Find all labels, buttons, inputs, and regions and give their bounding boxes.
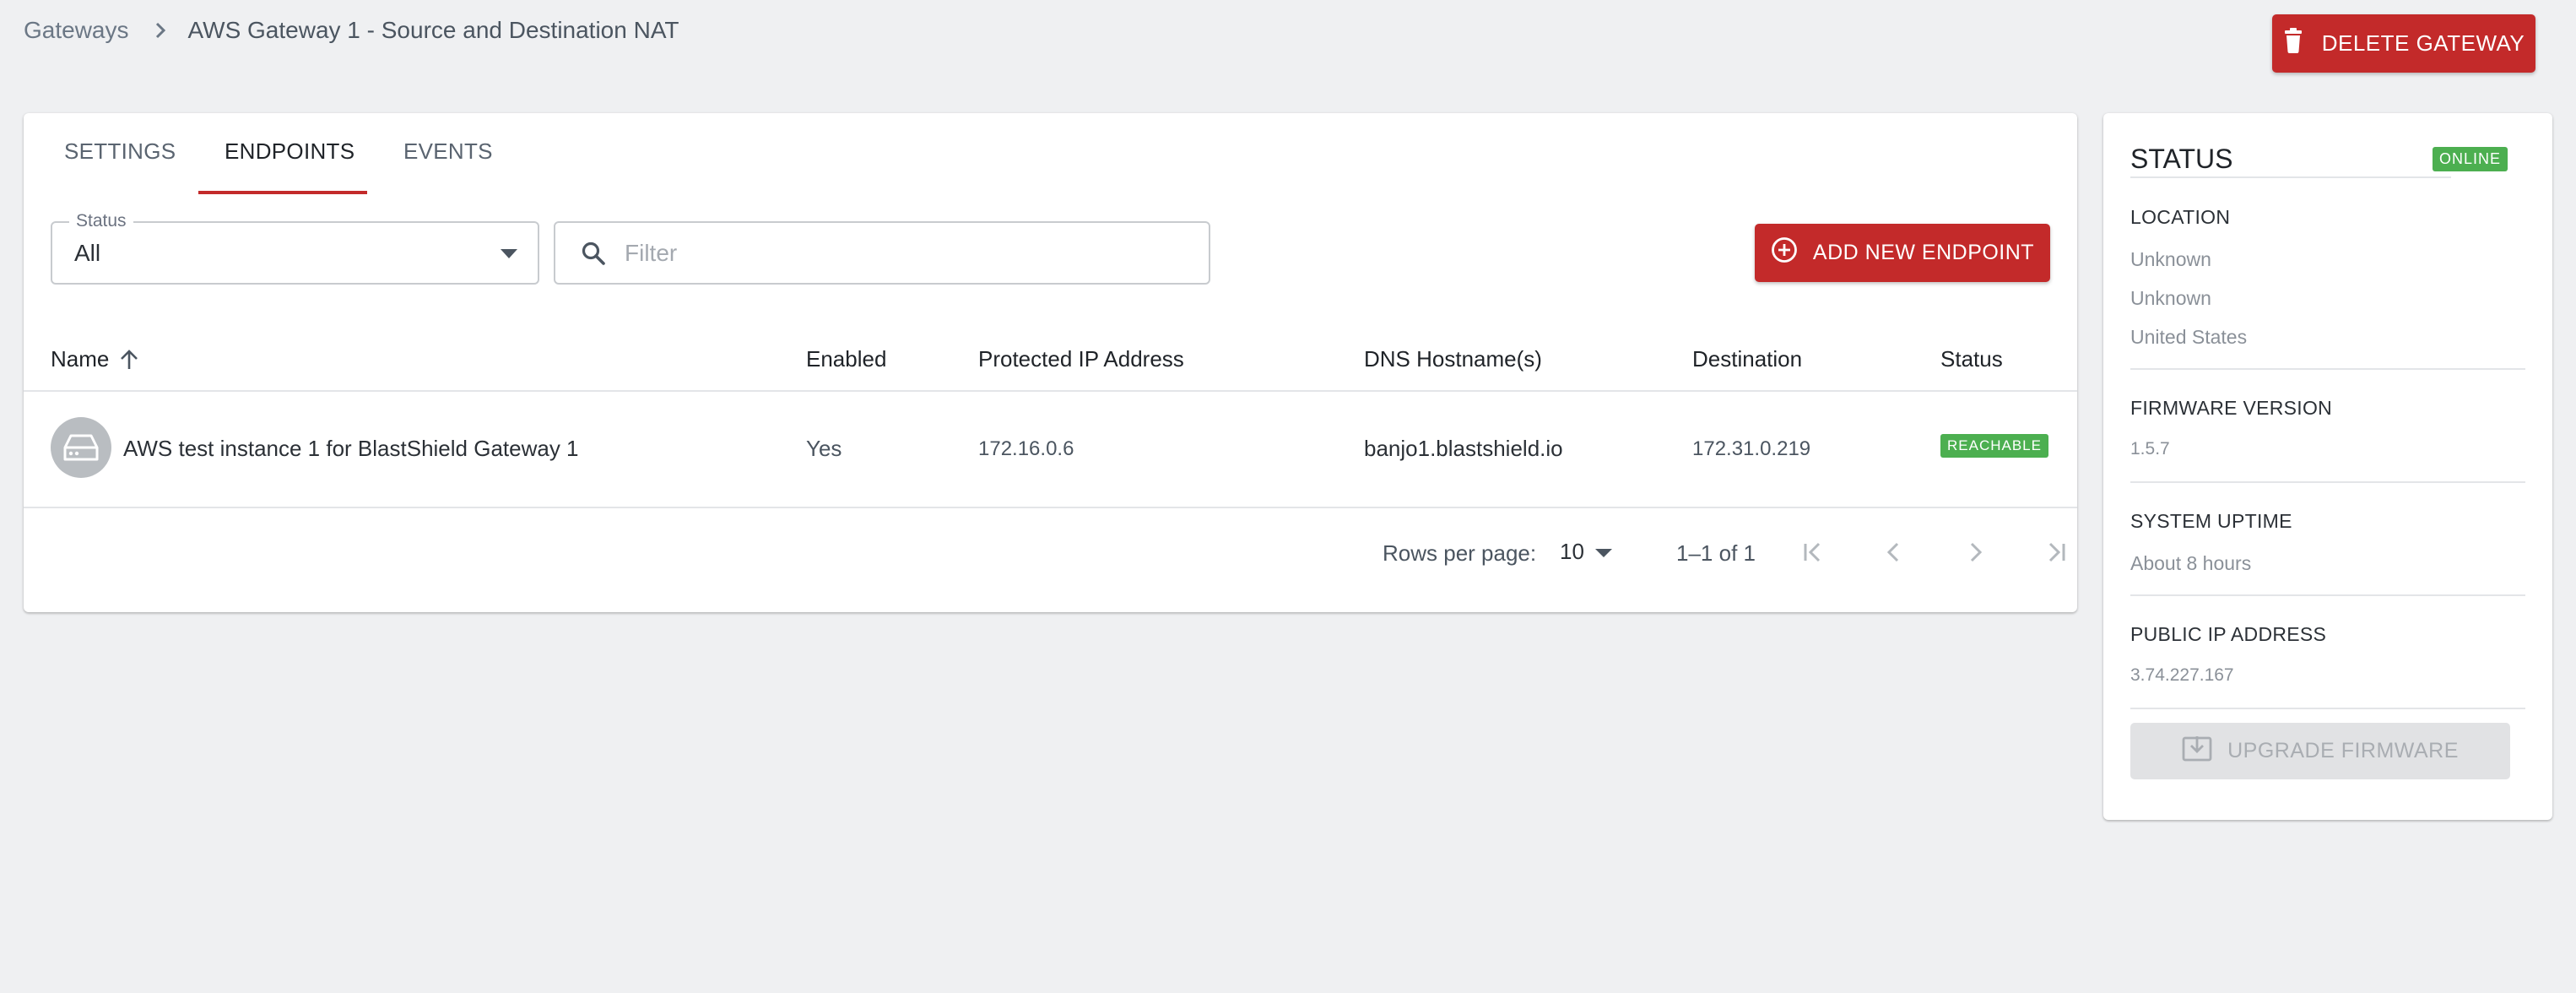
endpoints-card: SETTINGS ENDPOINTS EVENTS Status All ADD… [24,113,2077,612]
last-page-icon[interactable] [2041,537,2071,567]
filter-box [554,221,1210,285]
arrow-up-icon [119,349,139,371]
uptime-value: About 8 hours [2130,552,2252,574]
breadcrumb: Gateways AWS Gateway 1 - Source and Dest… [24,17,679,44]
status-select[interactable]: Status All [51,211,539,285]
upgrade-firmware-button[interactable]: UPGRADE FIRMWARE [2130,723,2510,779]
column-header-status[interactable]: Status [1940,346,2003,372]
chevron-right-icon [154,21,166,40]
caret-down-icon [501,248,517,263]
upgrade-firmware-label: UPGRADE FIRMWARE [2227,739,2459,762]
tab-events[interactable]: EVENTS [403,138,493,165]
delete-gateway-label: DELETE GATEWAY [2321,30,2525,56]
divider [2130,481,2525,483]
firmware-label: FIRMWARE VERSION [2130,397,2333,419]
endpoint-destination: 172.31.0.219 [1692,437,1811,460]
endpoint-dns: banjo1.blastshield.io [1364,436,1563,461]
delete-gateway-button[interactable]: DELETE GATEWAY [2272,14,2535,73]
column-header-name-label: Name [51,346,110,372]
column-header-enabled[interactable]: Enabled [806,346,886,372]
first-page-icon[interactable] [1798,537,1828,567]
status-title-underline [2130,176,2451,178]
status-select-value: All [74,240,101,266]
table-row[interactable]: AWS test instance 1 for BlastShield Gate… [24,392,2077,508]
column-header-dns[interactable]: DNS Hostname(s) [1364,346,1542,372]
public-ip-label: PUBLIC IP ADDRESS [2130,623,2327,645]
trash-icon [2283,28,2303,59]
caret-down-icon[interactable] [1595,547,1612,562]
endpoint-protected-ip: 172.16.0.6 [978,437,1074,460]
add-circle-icon [1771,236,1798,269]
breadcrumb-current: AWS Gateway 1 - Source and Destination N… [187,17,679,43]
location-line-1: Unknown [2130,248,2211,270]
download-icon [2182,735,2212,768]
breadcrumb-gateways-link[interactable]: Gateways [24,17,129,44]
endpoint-enabled: Yes [806,436,842,461]
table-header: Name Enabled Protected IP Address DNS Ho… [24,323,2077,392]
column-header-protected-ip[interactable]: Protected IP Address [978,346,1184,372]
search-icon [581,241,606,270]
previous-page-icon[interactable] [1879,537,1909,567]
endpoint-name: AWS test instance 1 for BlastShield Gate… [123,436,579,461]
status-badge: ONLINE [2433,147,2508,171]
filter-input[interactable] [623,235,1180,272]
tab-settings[interactable]: SETTINGS [64,138,176,165]
location-line-2: Unknown [2130,287,2211,309]
location-line-3: United States [2130,326,2248,348]
location-label: LOCATION [2130,206,2231,228]
status-title: STATUS [2130,144,2233,174]
uptime-label: SYSTEM UPTIME [2130,510,2292,532]
column-header-name[interactable]: Name [51,346,139,372]
firmware-value: 1.5.7 [2130,439,2170,459]
tab-endpoints[interactable]: ENDPOINTS [225,138,354,165]
divider [2130,594,2525,596]
active-tab-indicator [198,191,367,194]
column-header-destination[interactable]: Destination [1692,346,1802,372]
status-card: STATUS ONLINE LOCATION Unknown Unknown U… [2103,113,2552,820]
divider [2130,368,2525,370]
divider [2130,708,2525,709]
pagination: Rows per page: 10 1–1 of 1 [24,508,2077,601]
rows-per-page-label: Rows per page: [1383,540,1537,566]
rows-per-page-select[interactable]: 10 [1560,539,1584,565]
pagination-range: 1–1 of 1 [1676,540,1756,566]
server-icon [51,417,111,478]
status-select-label: Status [69,211,133,231]
public-ip-value: 3.74.227.167 [2130,665,2234,685]
add-endpoint-button[interactable]: ADD NEW ENDPOINT [1755,224,2050,282]
add-endpoint-label: ADD NEW ENDPOINT [1812,241,2035,264]
status-badge: REACHABLE [1940,434,2048,458]
next-page-icon[interactable] [1960,537,1990,567]
